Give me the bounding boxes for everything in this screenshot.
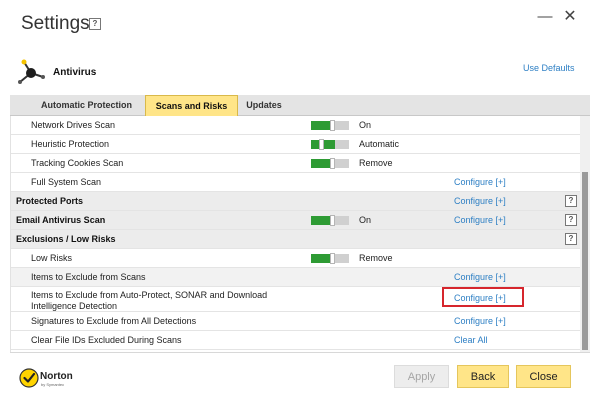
setting-value: On	[359, 120, 372, 130]
help-icon[interactable]: ?	[565, 233, 577, 245]
signatures-exclude-configure-link[interactable]: Configure [+]	[454, 316, 506, 326]
setting-row-items-exclude-scans: Items to Exclude from Scans Configure [+…	[11, 268, 581, 287]
setting-value: Automatic	[359, 139, 400, 149]
setting-label: Exclusions / Low Risks	[16, 234, 116, 244]
scrollbar[interactable]	[580, 116, 590, 352]
setting-row-clear-file-ids: Clear File IDs Excluded During Scans Cle…	[11, 331, 581, 350]
full-system-configure-link[interactable]: Configure [+]	[454, 177, 506, 187]
setting-row-low-risks: Low Risks Remove	[11, 249, 581, 268]
tab-automatic-protection[interactable]: Automatic Protection	[30, 95, 143, 116]
setting-value: On	[359, 215, 372, 225]
minimize-icon[interactable]: —	[536, 8, 554, 26]
antivirus-satellite-icon	[18, 59, 45, 84]
items-exclude-scans-configure-link[interactable]: Configure [+]	[454, 272, 506, 282]
setting-label: Items to Exclude from Auto-Protect, SONA…	[31, 290, 268, 311]
setting-label: Low Risks	[31, 253, 73, 263]
setting-label: Protected Ports	[16, 196, 84, 206]
tab-updates[interactable]: Updates	[240, 95, 288, 116]
configure-highlight-box	[442, 287, 524, 307]
email-scan-configure-link[interactable]: Configure [+]	[454, 215, 506, 225]
settings-list: Network Drives Scan On Heuristic Protect…	[10, 116, 590, 352]
setting-label: Signatures to Exclude from All Detection…	[31, 316, 197, 326]
setting-row-tracking-cookies: Tracking Cookies Scan Remove	[11, 154, 581, 173]
setting-row-email-scan: Email Antivirus Scan On Configure [+] ?	[11, 211, 581, 230]
setting-value: Remove	[359, 253, 393, 263]
setting-value: Remove	[359, 158, 393, 168]
close-icon[interactable]: ✕	[561, 8, 579, 26]
tab-scans-and-risks[interactable]: Scans and Risks	[145, 95, 238, 116]
setting-row-exclusions: Exclusions / Low Risks ?	[11, 230, 581, 249]
tracking-cookies-toggle[interactable]	[311, 158, 349, 169]
setting-label: Network Drives Scan	[31, 120, 116, 130]
setting-row-network-drives: Network Drives Scan On	[11, 116, 581, 135]
clear-all-link[interactable]: Clear All	[454, 335, 488, 345]
heuristic-protection-toggle[interactable]	[311, 139, 349, 150]
setting-label: Items to Exclude from Scans	[31, 272, 146, 282]
use-defaults-link[interactable]: Use Defaults	[523, 63, 575, 73]
setting-row-protected-ports: Protected Ports Configure [+] ?	[11, 192, 581, 211]
protected-ports-configure-link[interactable]: Configure [+]	[454, 196, 506, 206]
footer-divider	[10, 352, 590, 353]
setting-label: Heuristic Protection	[31, 139, 110, 149]
low-risks-toggle[interactable]	[311, 253, 349, 264]
network-drives-toggle[interactable]	[311, 120, 349, 131]
apply-button[interactable]: Apply	[394, 365, 449, 388]
setting-label: Full System Scan	[31, 177, 102, 187]
brand-subtitle: by Symantec	[41, 382, 64, 387]
back-button[interactable]: Back	[457, 365, 509, 388]
tab-bar: Automatic Protection Scans and Risks Upd…	[10, 95, 590, 116]
setting-row-full-system: Full System Scan Configure [+]	[11, 173, 581, 192]
brand-name: Norton	[40, 371, 73, 382]
setting-row-signatures-exclude: Signatures to Exclude from All Detection…	[11, 312, 581, 331]
help-icon[interactable]: ?	[565, 195, 577, 207]
email-scan-toggle[interactable]	[311, 215, 349, 226]
setting-label: Tracking Cookies Scan	[31, 158, 124, 168]
window-title: Settings	[21, 13, 90, 34]
setting-label: Clear File IDs Excluded During Scans	[31, 335, 182, 345]
help-icon[interactable]: ?	[89, 18, 101, 30]
setting-label: Email Antivirus Scan	[16, 215, 106, 225]
scrollbar-thumb[interactable]	[582, 172, 588, 350]
section-title: Antivirus	[53, 67, 97, 78]
norton-logo: Norton by Symantec	[19, 368, 73, 388]
setting-row-heuristic: Heuristic Protection Automatic	[11, 135, 581, 154]
help-icon[interactable]: ?	[565, 214, 577, 226]
close-button[interactable]: Close	[516, 365, 571, 388]
